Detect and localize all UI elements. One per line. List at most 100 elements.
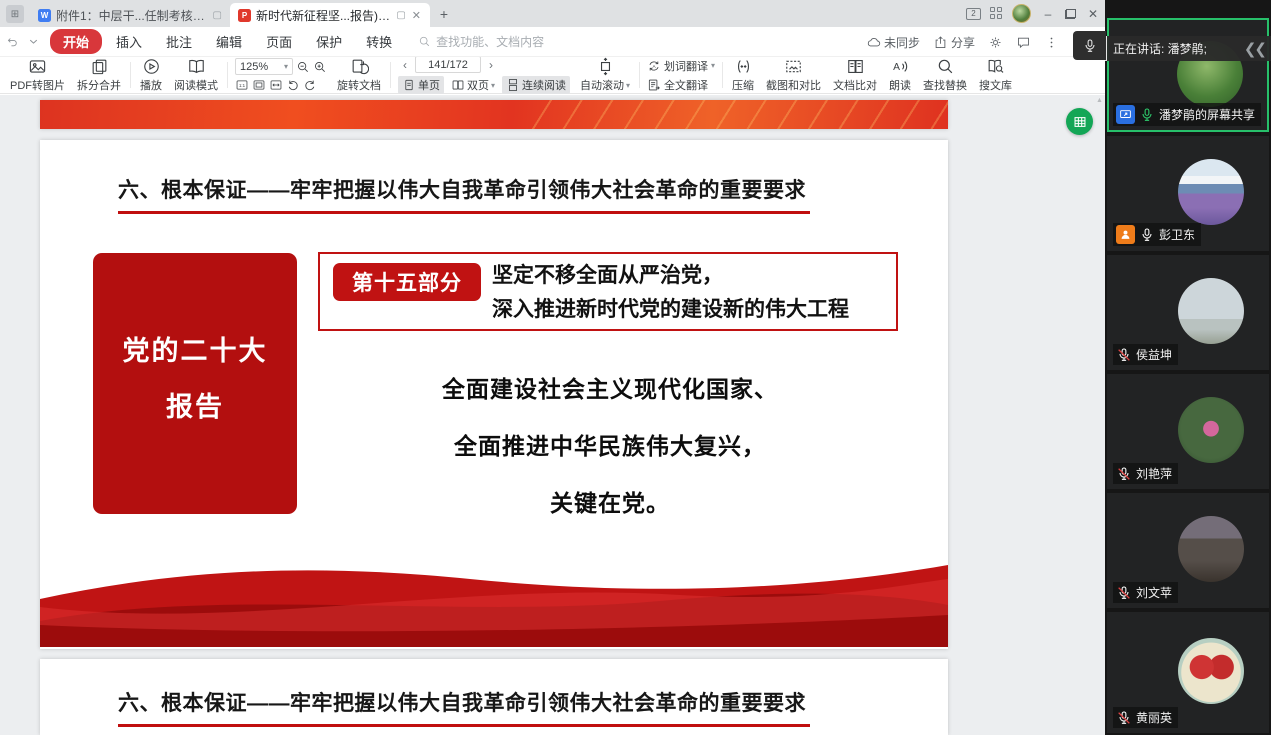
- menu-right-cluster: 未同步 分享: [866, 27, 1059, 57]
- full-translate-button[interactable]: 全文翻译: [647, 77, 715, 93]
- collapse-sidebar-icon[interactable]: ❮❮: [1244, 40, 1265, 58]
- full-translate-icon: [647, 78, 661, 92]
- tab-close-icon[interactable]: ✕: [411, 9, 422, 22]
- doc-compare-button[interactable]: 文档比对: [827, 57, 883, 93]
- pdf-page-next-top: 六、根本保证——牢牢把握以伟大自我革命引领伟大社会革命的重要要求: [40, 659, 948, 735]
- app-home-icon[interactable]: ⊞: [6, 5, 24, 23]
- participant-name: 黄丽英: [1136, 709, 1172, 726]
- single-page-button[interactable]: 单页: [398, 76, 444, 94]
- rotate-document-button[interactable]: 旋转文档: [331, 57, 387, 93]
- participant-name: 刘艳萍: [1136, 465, 1172, 482]
- read-aloud-icon: [891, 57, 910, 76]
- menu-item-comment[interactable]: 批注: [154, 29, 204, 54]
- fit-page-icon[interactable]: [252, 78, 266, 92]
- read-mode-button[interactable]: 阅读模式: [168, 57, 224, 93]
- microphone-icon: [1082, 38, 1098, 54]
- extract-table-float-button[interactable]: [1066, 108, 1093, 135]
- section-badge: 第十五部分: [333, 263, 481, 301]
- sync-status[interactable]: 未同步: [866, 34, 920, 51]
- wps-window: ⊞ 附件1：中层干...任制考核登记表 ▢ 新时代新征程坚...报告) .pdf…: [0, 0, 1105, 735]
- zoom-in-icon[interactable]: [313, 60, 327, 74]
- share-button[interactable]: 分享: [933, 34, 975, 51]
- minimize-button[interactable]: –: [1040, 7, 1056, 21]
- compress-button[interactable]: 压缩: [726, 57, 760, 93]
- participant-tile[interactable]: 侯益坤: [1107, 255, 1269, 370]
- screenshot-compare-icon: [784, 57, 803, 76]
- menu-item-home[interactable]: 开始: [50, 29, 102, 54]
- tab-label: 新时代新征程坚...报告) .pdf: [256, 7, 391, 24]
- menu-item-protect[interactable]: 保护: [304, 29, 354, 54]
- cloud-icon: [866, 35, 881, 50]
- screen-share-icon: [1116, 105, 1135, 124]
- find-replace-button[interactable]: 查找替换: [917, 57, 973, 93]
- card-line: 党的二十大: [93, 329, 297, 368]
- menu-item-insert[interactable]: 插入: [104, 29, 154, 54]
- search-box[interactable]: [418, 35, 586, 49]
- continuous-read-button[interactable]: 连续阅读: [502, 76, 570, 94]
- screenshot-compare-button[interactable]: 截图和对比: [760, 57, 827, 93]
- auto-scroll-icon: [596, 57, 615, 76]
- undo-icon[interactable]: [6, 35, 19, 48]
- more-dots-icon[interactable]: [1044, 35, 1059, 50]
- pdf-to-image-button[interactable]: PDF转图片: [4, 57, 71, 93]
- member-badge-icon: [1116, 225, 1135, 244]
- participant-tile[interactable]: 黄丽英: [1107, 612, 1269, 733]
- window-split-icon[interactable]: 2: [966, 8, 981, 20]
- settings-gear-icon[interactable]: [988, 35, 1003, 50]
- auto-scroll-button[interactable]: 自动滚动▾: [574, 57, 636, 93]
- rotate-right-icon[interactable]: [303, 78, 317, 92]
- pages-icon: [90, 57, 109, 76]
- play-button[interactable]: 播放: [134, 57, 168, 93]
- section-text: 坚定不移全面从严治党， 深入推进新时代党的建设新的伟大工程: [492, 259, 849, 327]
- book-icon: [187, 57, 206, 76]
- prev-page-button[interactable]: ‹: [398, 58, 412, 72]
- feedback-comment-icon[interactable]: [1016, 35, 1031, 50]
- restore-button[interactable]: [1065, 9, 1076, 19]
- tab-document-1[interactable]: 附件1：中层干...任制考核登记表 ▢: [30, 3, 230, 27]
- word-translate-icon: [647, 59, 661, 73]
- actual-size-icon[interactable]: [235, 78, 249, 92]
- compress-icon: [734, 57, 753, 76]
- account-avatar[interactable]: [1012, 4, 1031, 23]
- zoom-out-icon[interactable]: [296, 60, 310, 74]
- menu-item-edit[interactable]: 编辑: [204, 29, 254, 54]
- page-indicator[interactable]: 141/172: [415, 56, 481, 73]
- participant-namebar: 侯益坤: [1113, 344, 1178, 365]
- pdf-icon: [238, 9, 251, 22]
- party-emblem-icon: [58, 166, 104, 216]
- page-nav-group: ‹ 141/172 › 单页 双页 ▾: [394, 57, 574, 93]
- tab-document-2-active[interactable]: 新时代新征程坚...报告) .pdf ▢ ✕: [230, 3, 430, 27]
- read-aloud-button[interactable]: 朗读: [883, 57, 917, 93]
- new-tab-button[interactable]: +: [434, 4, 454, 24]
- participant-tile[interactable]: 刘艳萍: [1107, 374, 1269, 489]
- translate-group: 划词翻译 ▾ 全文翻译: [643, 57, 719, 93]
- participant-tile[interactable]: 彭卫东: [1107, 136, 1269, 251]
- red-ribbon-decoration: [40, 559, 948, 647]
- next-page-button[interactable]: ›: [484, 58, 498, 72]
- word-translate-button[interactable]: 划词翻译 ▾: [647, 58, 715, 74]
- mic-muted-icon: [1116, 347, 1132, 363]
- scrollbar[interactable]: ▲: [1095, 97, 1104, 107]
- participant-tile[interactable]: 刘文苹: [1107, 493, 1269, 608]
- meeting-mic-float-button[interactable]: [1073, 31, 1106, 60]
- party-emblem-icon: [58, 679, 104, 729]
- continuous-icon: [506, 78, 520, 92]
- avatar: [1178, 638, 1244, 704]
- mic-on-icon: [1139, 227, 1155, 243]
- search-input[interactable]: [436, 35, 586, 49]
- fit-width-icon[interactable]: [269, 78, 283, 92]
- split-merge-button[interactable]: 拆分合并: [71, 57, 127, 93]
- search-library-button[interactable]: 搜文库: [973, 57, 1018, 93]
- chevron-down-icon[interactable]: [27, 35, 40, 48]
- menu-item-convert[interactable]: 转换: [354, 29, 404, 54]
- document-scroll-area[interactable]: 六、根本保证——牢牢把握以伟大自我革命引领伟大社会革命的重要要求 党的二十大 报…: [0, 95, 1105, 735]
- chevron-down-icon: ▾: [284, 62, 288, 71]
- single-page-icon: [402, 78, 416, 92]
- menu-item-page[interactable]: 页面: [254, 29, 304, 54]
- app-grid-icon[interactable]: [990, 7, 1003, 20]
- close-button[interactable]: ✕: [1085, 7, 1101, 21]
- double-page-button[interactable]: 双页 ▾: [447, 76, 499, 94]
- rotate-left-icon[interactable]: [286, 78, 300, 92]
- doc-compare-icon: [846, 57, 865, 76]
- zoom-select[interactable]: 125% ▾: [235, 58, 293, 75]
